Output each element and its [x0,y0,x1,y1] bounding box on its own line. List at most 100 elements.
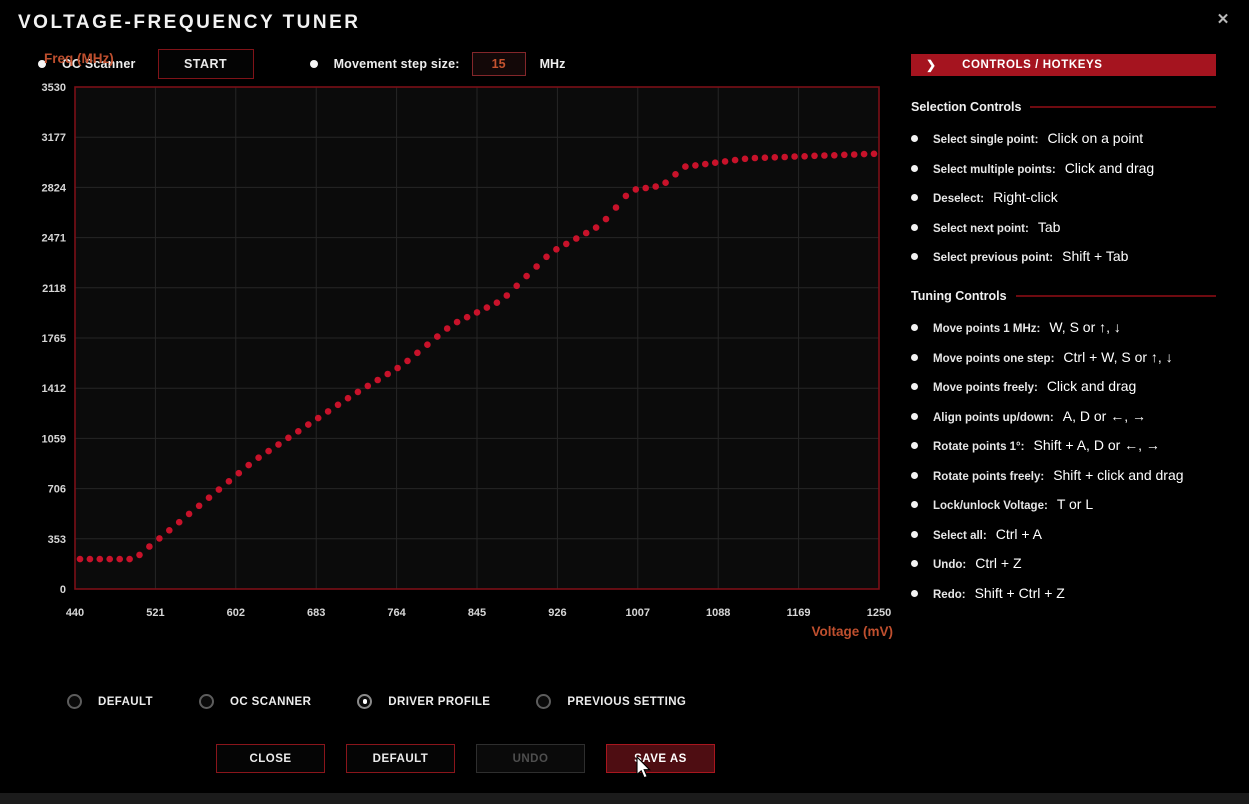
curve-point[interactable] [692,162,699,169]
curve-point[interactable] [593,224,600,231]
radio-label: DRIVER PROFILE [388,696,490,708]
curve-point[interactable] [871,151,878,158]
curve-point[interactable] [543,254,550,261]
curve-point[interactable] [772,154,779,161]
curve-point[interactable] [424,341,431,348]
curve-point[interactable] [136,552,143,559]
curve-point[interactable] [216,486,223,493]
curve-point[interactable] [146,543,153,550]
controls-hotkeys-header[interactable]: ❯ CONTROLS / HOTKEYS [911,54,1216,76]
curve-point[interactable] [553,246,560,253]
profile-radio-oc-scanner[interactable]: OC SCANNER [199,694,311,709]
radio-icon[interactable] [199,694,214,709]
curve-point[interactable] [106,556,113,563]
radio-selected-icon[interactable] [357,694,372,709]
close-button[interactable]: CLOSE [216,744,325,773]
curve-point[interactable] [206,494,213,501]
curve-point[interactable] [335,402,342,409]
curve-point[interactable] [77,556,84,563]
curve-point[interactable] [186,511,193,518]
close-icon[interactable]: ✕ [1212,9,1234,31]
curve-point[interactable] [791,153,798,160]
curve-point[interactable] [404,358,411,365]
curve-point[interactable] [613,204,620,211]
curve-point[interactable] [682,163,689,170]
profile-radio-default[interactable]: DEFAULT [67,694,153,709]
curve-point[interactable] [841,152,848,159]
curve-point[interactable] [345,395,352,402]
curve-point[interactable] [196,503,203,510]
curve-point[interactable] [672,171,679,178]
curve-point[interactable] [831,152,838,159]
curve-point[interactable] [285,435,292,442]
vf-curve-chart[interactable]: 4405216026837648459261007108811691250035… [0,0,949,700]
curve-point[interactable] [504,292,511,299]
curve-point[interactable] [315,415,322,422]
curve-point[interactable] [533,263,540,270]
curve-point[interactable] [116,556,123,563]
curve-point[interactable] [652,183,659,190]
curve-point[interactable] [762,154,769,161]
curve-point[interactable] [474,309,481,316]
curve-point[interactable] [603,216,610,223]
curve-point[interactable] [295,428,302,435]
curve-point[interactable] [374,377,381,384]
plot-area[interactable] [75,87,879,589]
curve-point[interactable] [742,156,749,163]
curve-point[interactable] [722,158,729,165]
curve-point[interactable] [801,153,808,160]
curve-point[interactable] [434,333,441,340]
curve-point[interactable] [97,556,104,563]
curve-point[interactable] [226,478,233,485]
curve-point[interactable] [662,179,669,186]
curve-point[interactable] [365,383,372,390]
curve-point[interactable] [236,470,243,477]
curve-point[interactable] [176,519,183,526]
curve-point[interactable] [513,283,520,290]
curve-point[interactable] [255,454,262,461]
curve-point[interactable] [623,193,630,200]
curve-point[interactable] [87,556,94,563]
curve-point[interactable] [464,314,471,321]
curve-point[interactable] [494,299,501,306]
curve-point[interactable] [454,319,461,326]
step-size-input[interactable] [472,52,526,76]
curve-point[interactable] [702,161,709,168]
curve-point[interactable] [781,154,788,161]
hotkey-value: Shift + Ctrl + Z [975,585,1065,601]
curve-point[interactable] [355,389,362,396]
curve-point[interactable] [414,350,421,357]
save-as-button[interactable]: SAVE AS [606,744,715,773]
curve-point[interactable] [305,421,312,428]
curve-point[interactable] [732,157,739,164]
curve-point[interactable] [325,408,332,415]
profile-radio-driver-profile[interactable]: DRIVER PROFILE [357,694,490,709]
profile-radio-previous-setting[interactable]: PREVIOUS SETTING [536,694,686,709]
curve-point[interactable] [851,151,858,158]
curve-point[interactable] [156,535,163,542]
curve-point[interactable] [265,448,272,455]
default-button[interactable]: DEFAULT [346,744,455,773]
curve-point[interactable] [126,556,133,563]
curve-point[interactable] [821,152,828,159]
curve-point[interactable] [394,365,401,372]
curve-point[interactable] [583,230,590,237]
curve-point[interactable] [642,185,649,192]
curve-point[interactable] [275,441,282,448]
curve-point[interactable] [384,371,391,378]
curve-point[interactable] [523,273,530,280]
curve-point[interactable] [166,527,173,534]
curve-point[interactable] [712,159,719,166]
radio-icon[interactable] [67,694,82,709]
curve-point[interactable] [563,241,570,248]
start-button[interactable]: START [158,49,254,79]
curve-point[interactable] [752,155,759,162]
curve-point[interactable] [444,325,451,332]
curve-point[interactable] [633,186,640,193]
curve-point[interactable] [811,153,818,160]
curve-point[interactable] [573,235,580,242]
radio-icon[interactable] [536,694,551,709]
curve-point[interactable] [245,462,252,469]
curve-point[interactable] [484,304,491,311]
curve-point[interactable] [861,151,868,158]
